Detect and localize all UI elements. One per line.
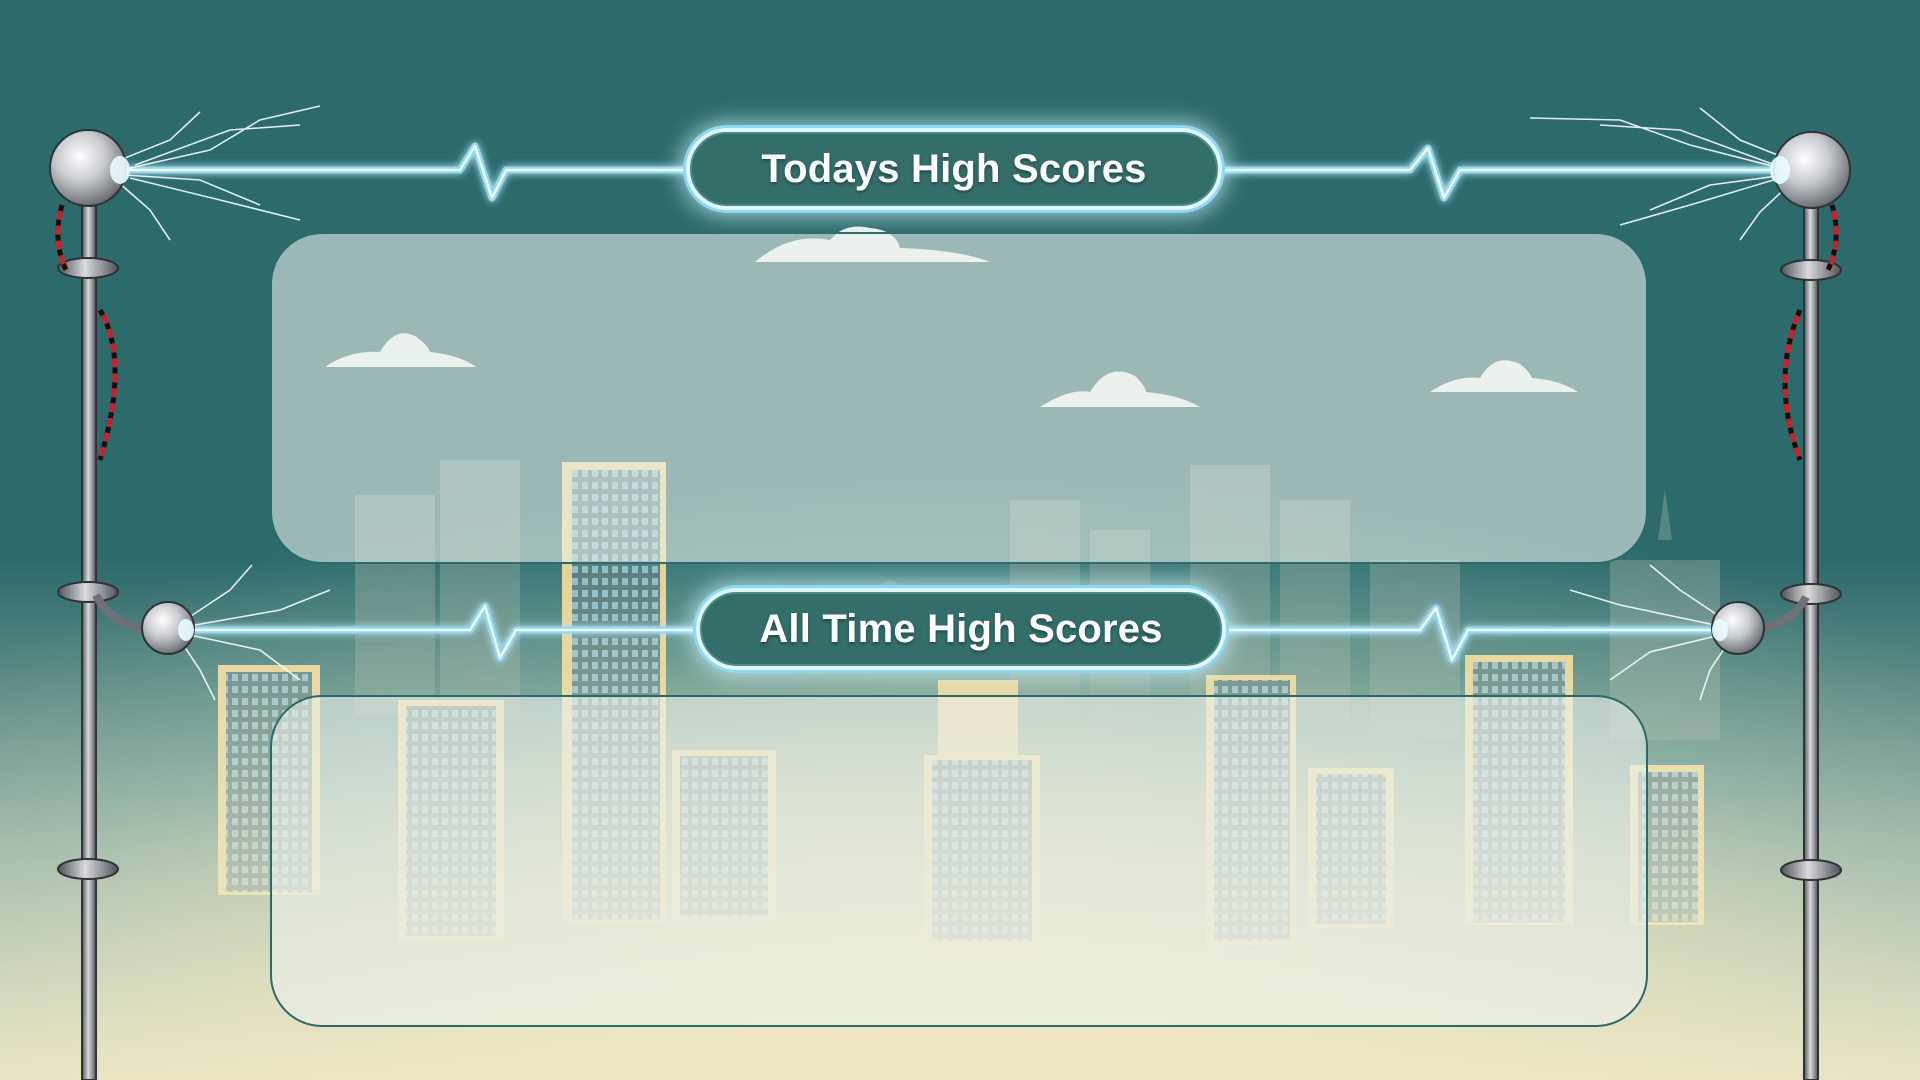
all-time-high-scores-title: All Time High Scores xyxy=(696,588,1226,670)
all-time-title-text: All Time High Scores xyxy=(759,606,1163,651)
todays-scores-panel xyxy=(270,232,1648,564)
game-scene: Todays High Scores All Time High Scores xyxy=(0,0,1920,1080)
todays-high-scores-title: Todays High Scores xyxy=(686,128,1222,210)
all-time-scores-panel xyxy=(270,695,1648,1027)
todays-title-text: Todays High Scores xyxy=(761,146,1147,191)
